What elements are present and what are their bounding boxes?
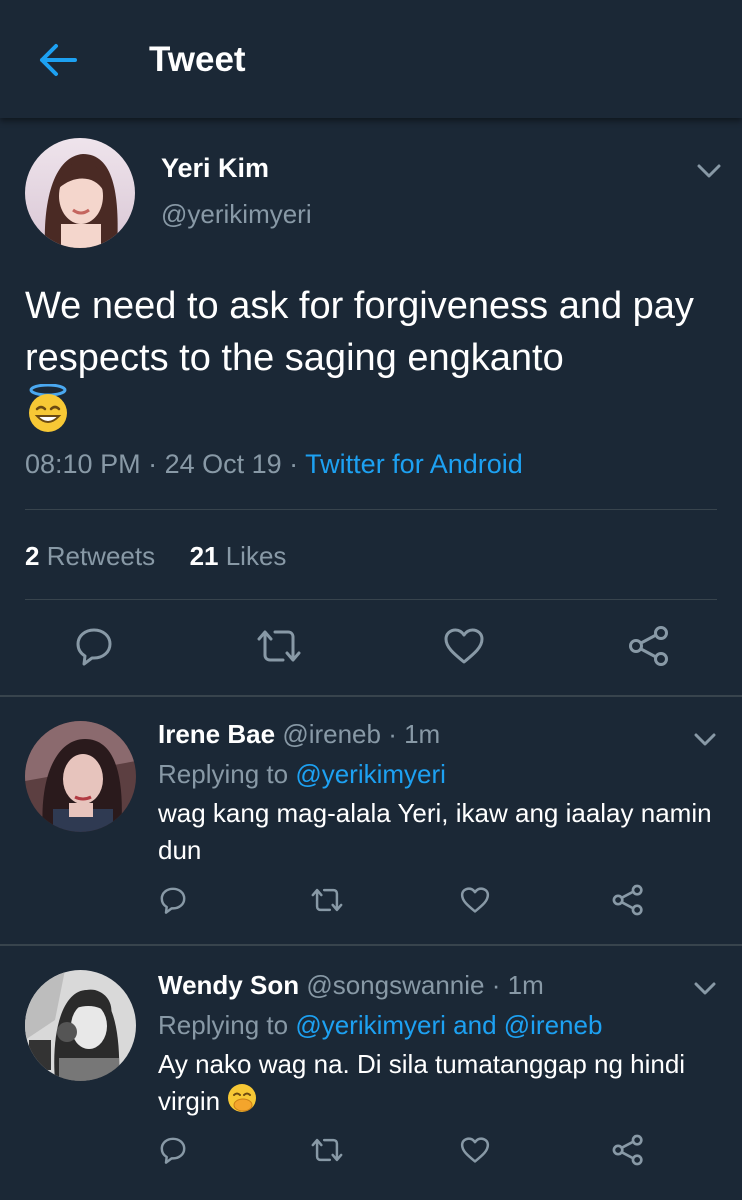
meta-separator: · (281, 449, 306, 479)
chevron-down-icon (697, 164, 721, 178)
like-button[interactable] (457, 883, 493, 917)
reply-item[interactable]: Irene Bae @ireneb · 1m Replying to @yeri… (0, 697, 742, 945)
reply-author-handle[interactable]: @ireneb (282, 719, 381, 749)
retweets-label: Retweets (46, 541, 156, 571)
avatar-image (25, 138, 135, 248)
reply-icon (160, 887, 186, 914)
share-button[interactable] (610, 883, 646, 917)
share-button[interactable] (610, 1133, 646, 1167)
reply-header: Irene Bae @ireneb · 1m (158, 719, 440, 750)
reply-time: 1m (404, 719, 441, 749)
reply-button[interactable] (156, 1133, 190, 1167)
retweet-icon (311, 888, 343, 912)
meta-separator: · (380, 719, 405, 749)
share-icon (629, 626, 668, 666)
reply-options-button[interactable] (690, 973, 720, 1003)
author-name[interactable]: Yeri Kim (161, 153, 269, 184)
reply-icon (76, 628, 112, 666)
page-title: Tweet (149, 40, 246, 79)
reply-time: 1m (507, 970, 544, 1000)
avatar-image (25, 970, 136, 1081)
reply-options-button[interactable] (690, 724, 720, 754)
tweet-text: We need to ask for forgiveness and pay r… (25, 280, 715, 448)
reply-text: wag kang mag-alala Yeri, ikaw ang iaalay… (158, 798, 712, 865)
replying-to-label: Replying to (158, 1010, 296, 1040)
heart-icon (444, 628, 484, 664)
meta-separator: · (140, 449, 165, 479)
reply-item[interactable]: Wendy Son @songswannie · 1m Replying to … (0, 946, 742, 1200)
heart-icon (460, 887, 490, 913)
replying-to-and: and (445, 1010, 504, 1040)
app-bar: Tweet (0, 0, 742, 118)
likes-count: 21 (189, 541, 219, 571)
like-button[interactable] (457, 1133, 493, 1167)
tweet-actions (0, 618, 742, 678)
tweet-time: 08:10 PM (25, 449, 141, 479)
smiling-face-with-halo-icon (25, 383, 71, 448)
retweet-button[interactable] (254, 624, 304, 668)
share-icon (612, 1134, 643, 1166)
mention-link[interactable]: @yerikimyeri (295, 1010, 446, 1040)
retweet-icon (257, 630, 301, 662)
mention-link[interactable]: @yerikimyeri (295, 759, 446, 789)
replying-to-label: Replying to (158, 759, 296, 789)
retweets-count: 2 (25, 541, 40, 571)
tweet-date: 24 Oct 19 (164, 449, 282, 479)
arrow-left-icon (40, 44, 77, 76)
reply-header: Wendy Son @songswannie · 1m (158, 970, 544, 1001)
reply-text: Ay nako wag na. Di sila tumatanggap ng h… (158, 1046, 728, 1123)
reply-actions (0, 1133, 742, 1173)
likes-stat[interactable]: 21 Likes (190, 541, 287, 571)
back-button[interactable] (36, 38, 80, 82)
share-button[interactable] (626, 624, 672, 668)
reply-author-handle[interactable]: @songswannie (306, 970, 484, 1000)
divider (25, 599, 717, 600)
reply-author-name[interactable]: Irene Bae (158, 719, 275, 749)
reply-actions (0, 883, 742, 923)
retweet-button[interactable] (307, 883, 347, 917)
main-tweet: Yeri Kim @yerikimyeri We need to ask for… (0, 118, 742, 696)
divider (25, 509, 717, 510)
face-with-hand-over-mouth-icon (227, 1083, 257, 1123)
like-button[interactable] (442, 624, 486, 668)
replying-to: Replying to @yerikimyeri (158, 759, 446, 790)
retweet-button[interactable] (307, 1133, 347, 1167)
tweet-meta: 08:10 PM · 24 Oct 19 · Twitter for Andro… (25, 449, 523, 480)
avatar[interactable] (25, 138, 135, 248)
replying-to: Replying to @yerikimyeri and @ireneb (158, 1010, 602, 1041)
avatar[interactable] (25, 721, 136, 832)
reply-button[interactable] (156, 883, 190, 917)
avatar[interactable] (25, 970, 136, 1081)
reply-button[interactable] (72, 624, 116, 668)
tweet-body: We need to ask for forgiveness and pay r… (25, 285, 694, 379)
retweets-stat[interactable]: 2 Retweets (25, 541, 155, 571)
author-handle[interactable]: @yerikimyeri (161, 199, 312, 230)
tweet-options-button[interactable] (694, 156, 724, 186)
avatar-image (25, 721, 136, 832)
meta-separator: · (484, 970, 508, 1000)
tweet-stats: 2 Retweets 21 Likes (25, 541, 286, 572)
reply-author-name[interactable]: Wendy Son (158, 970, 299, 1000)
chevron-down-icon (694, 982, 716, 994)
share-icon (612, 884, 643, 916)
heart-icon (460, 1137, 490, 1163)
mention-link[interactable]: @ireneb (504, 1010, 603, 1040)
tweet-source-link[interactable]: Twitter for Android (305, 449, 523, 479)
chevron-down-icon (694, 733, 716, 745)
likes-label: Likes (225, 541, 287, 571)
reply-icon (160, 1137, 186, 1164)
retweet-icon (311, 1138, 343, 1162)
